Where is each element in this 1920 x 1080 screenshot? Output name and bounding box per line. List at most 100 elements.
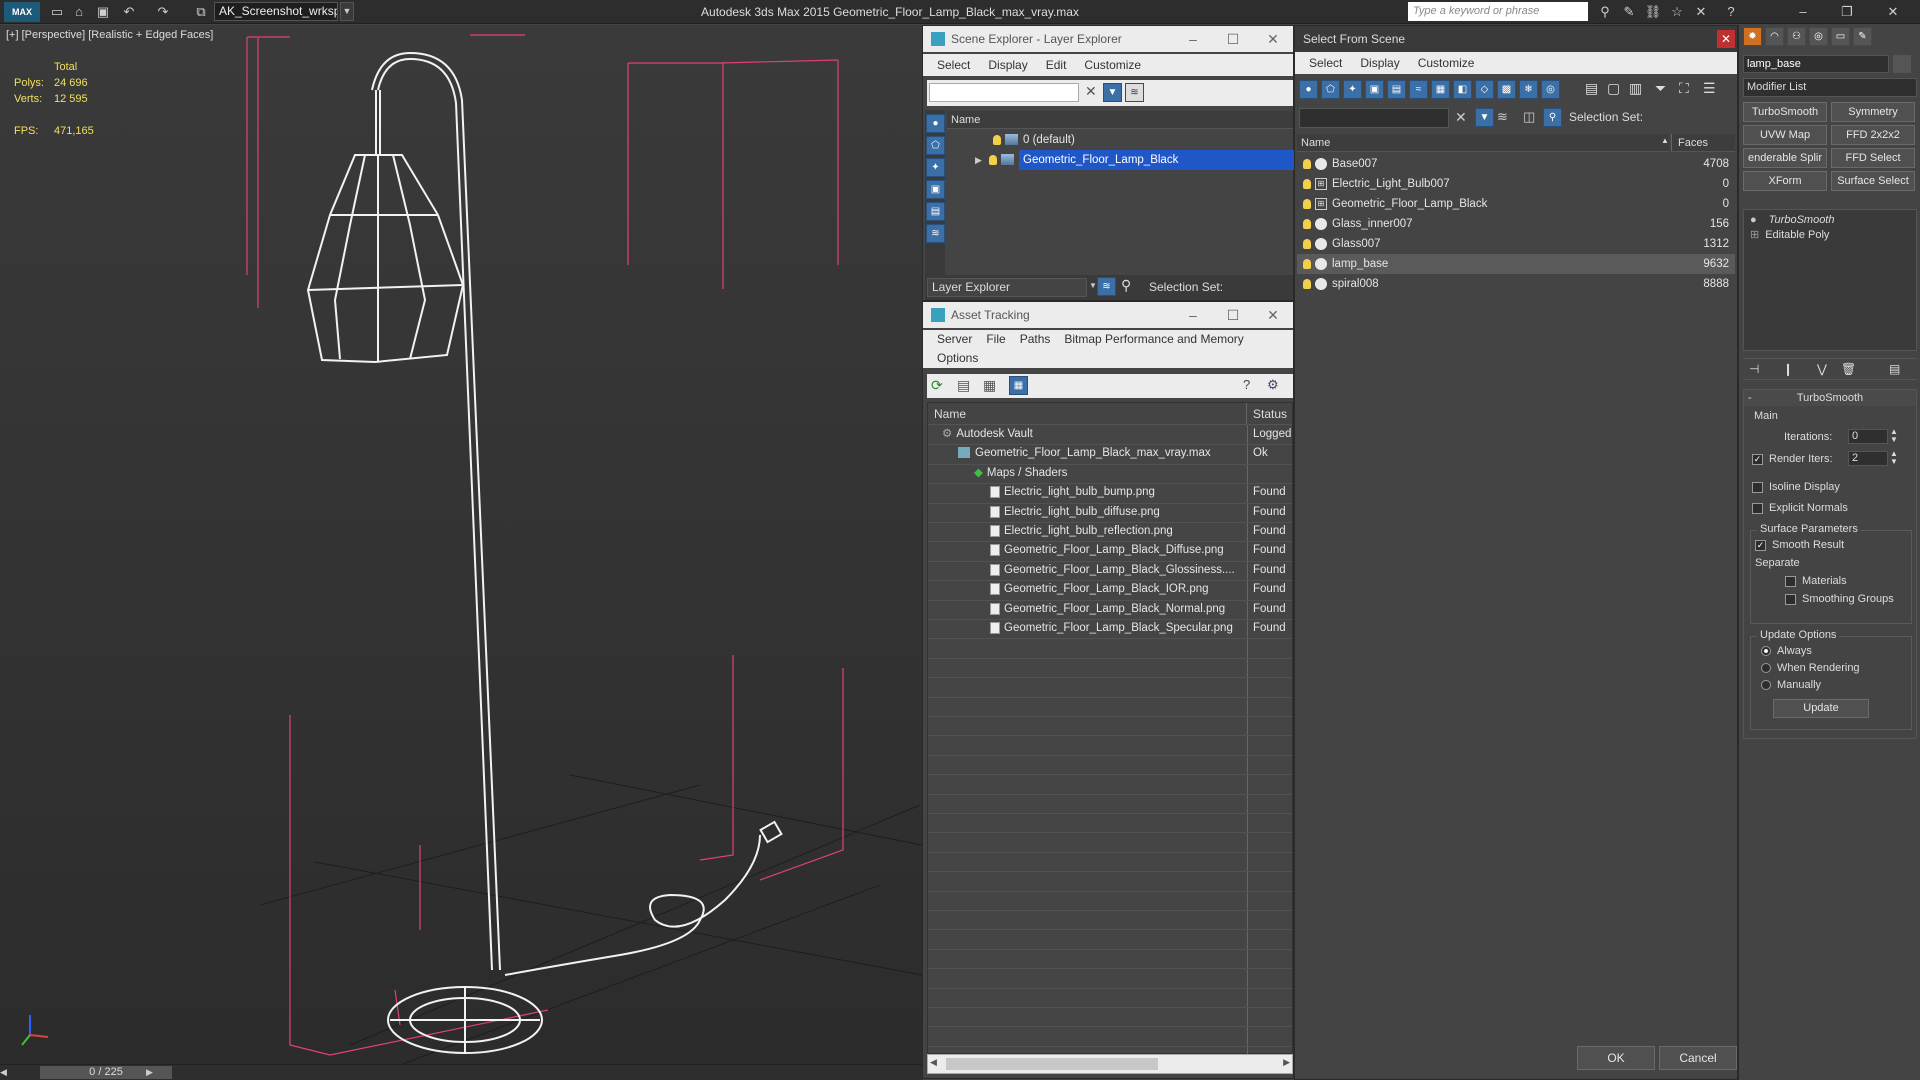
asset-row[interactable]: Electric_light_bulb_diffuse.png Found <box>928 503 1292 522</box>
materials-row[interactable]: Materials <box>1785 575 1847 587</box>
filter-icon[interactable]: ▼ <box>1103 83 1125 102</box>
filter-active-icon[interactable]: ▼ <box>1475 108 1497 127</box>
rollout-header[interactable]: - TurboSmooth <box>1744 390 1916 406</box>
new-file-icon[interactable]: ▭ <box>48 3 66 21</box>
close-x-icon[interactable]: ✕ <box>1692 3 1710 21</box>
display-layers-icon[interactable]: ≋ <box>926 224 948 243</box>
modifier-button[interactable]: FFD Select <box>1831 148 1915 168</box>
object-name-input[interactable]: lamp_base <box>1743 55 1889 73</box>
filter-containers-icon[interactable]: ▩ <box>1497 80 1516 99</box>
scroll-right-icon[interactable]: ▶ <box>1283 1057 1290 1068</box>
modify-tab-icon[interactable]: ◠ <box>1765 27 1784 46</box>
select-none-icon[interactable]: ▢ <box>1607 80 1620 97</box>
collapse-icon[interactable]: - <box>1748 390 1752 406</box>
tools-icon[interactable]: ✎ <box>1620 3 1638 21</box>
layer-filter-icon[interactable]: ≋ <box>1497 109 1508 125</box>
hierarchy-icon[interactable]: ⚲ <box>1121 277 1131 294</box>
render-iters-checkbox[interactable]: ✓ <box>1752 453 1763 465</box>
star-icon[interactable]: ☆ <box>1668 3 1686 21</box>
create-tab-icon[interactable]: ✹ <box>1743 27 1762 46</box>
asset-row[interactable]: Geometric_Floor_Lamp_Black_Diffuse.png Fo… <box>928 541 1292 560</box>
project-folder-icon[interactable]: ⧉ <box>192 3 210 21</box>
modifier-button[interactable]: Symmetry <box>1831 102 1915 122</box>
pin-stack-icon[interactable]: ⊣ <box>1749 362 1759 376</box>
app-logo[interactable]: MAX <box>4 2 40 22</box>
select-invert-icon[interactable]: ▥ <box>1629 80 1642 97</box>
motion-tab-icon[interactable]: ◎ <box>1809 27 1828 46</box>
scene-object-row[interactable]: ⊞ Electric_Light_Bulb007 0 <box>1297 174 1735 194</box>
display-lights-icon[interactable]: ✦ <box>926 158 948 177</box>
filter-helpers-icon[interactable]: ▤ <box>1387 80 1406 99</box>
menu-display[interactable]: Display <box>988 54 1027 76</box>
render-iters-row[interactable]: ✓ Render Iters: <box>1752 453 1833 465</box>
scene-object-row[interactable]: Glass_inner007 156 <box>1297 214 1735 234</box>
bulb-icon[interactable] <box>1303 258 1311 269</box>
bulb-icon[interactable] <box>1303 178 1311 189</box>
display-geometry-icon[interactable]: ● <box>926 114 948 133</box>
display-shapes-icon[interactable]: ⬠ <box>926 136 948 155</box>
menu-options[interactable]: Options <box>937 351 978 365</box>
workspace-dropdown[interactable]: AK_Screenshot_wrksp <box>214 2 338 21</box>
make-unique-icon[interactable]: ⋁ <box>1817 362 1827 376</box>
show-end-result-icon[interactable]: ❙ <box>1783 362 1793 376</box>
close-icon[interactable]: ✕ <box>1253 302 1293 328</box>
spinner-arrows-icon[interactable]: ▲ ▼ <box>1890 450 1898 466</box>
sfs-faces-header[interactable]: Faces <box>1671 134 1735 152</box>
scene-object-row[interactable]: Glass007 1312 <box>1297 234 1735 254</box>
scroll-left-icon[interactable]: ◀ <box>930 1057 937 1068</box>
maximize-icon[interactable]: ☐ <box>1213 302 1253 328</box>
smooth-result-row[interactable]: ✓ Smooth Result <box>1755 539 1844 551</box>
utilities-tab-icon[interactable]: ✎ <box>1853 27 1872 46</box>
asset-row[interactable]: Electric_light_bulb_reflection.png Found <box>928 522 1292 541</box>
layer-filter-icon[interactable]: ≋ <box>1125 83 1147 102</box>
explicit-normals-row[interactable]: Explicit Normals <box>1752 502 1848 514</box>
horizontal-scrollbar[interactable]: ◀ ▶ <box>927 1054 1293 1074</box>
asset-row[interactable]: Geometric_Floor_Lamp_Black_IOR.png Found <box>928 580 1292 599</box>
filter-groups-icon[interactable]: ▦ <box>1431 80 1450 99</box>
cancel-button[interactable]: Cancel <box>1659 1046 1737 1070</box>
modifier-stack[interactable]: ● TurboSmooth ⊞ Editable Poly <box>1743 209 1917 351</box>
display-cameras-icon[interactable]: ▣ <box>926 180 948 199</box>
maximize-icon[interactable]: ☐ <box>1213 26 1253 52</box>
col-status-header[interactable]: Status <box>1248 403 1292 425</box>
bulb-icon[interactable] <box>1303 218 1311 229</box>
asset-row[interactable]: ⚙ Autodesk Vault Logged <box>928 425 1292 444</box>
undo-icon[interactable]: ↶ <box>120 3 138 21</box>
menu-customize[interactable]: Customize <box>1418 52 1475 74</box>
configure-sets-icon[interactable]: ▤ <box>1889 362 1900 376</box>
menu-customize[interactable]: Customize <box>1084 54 1141 76</box>
col-name-header[interactable]: Name <box>928 403 1247 425</box>
select-all-icon[interactable]: ▤ <box>1585 80 1598 97</box>
link-icon[interactable]: ⛓ <box>1644 3 1662 21</box>
expand-arrow-icon[interactable]: ▶ <box>975 150 989 170</box>
chevron-down-icon[interactable]: ▼ <box>1089 281 1097 290</box>
close-icon[interactable]: ✕ <box>1717 30 1735 48</box>
modifier-button[interactable]: XForm <box>1743 171 1827 191</box>
isoline-row[interactable]: Isoline Display <box>1752 481 1840 493</box>
help-search-input[interactable]: Type a keyword or phrase <box>1408 2 1588 21</box>
bulb-icon[interactable] <box>1303 198 1311 209</box>
filter-xrefs-icon[interactable]: ◧ <box>1453 80 1472 99</box>
explorer-name-header[interactable]: Name <box>947 111 1293 129</box>
layer-row-default[interactable]: 0 (default) <box>947 130 1293 150</box>
hierarchy-filter-icon[interactable]: ⛶ <box>1679 80 1689 97</box>
minimize-icon[interactable]: – <box>1173 26 1213 52</box>
iterations-spinner[interactable]: 0 <box>1848 429 1888 444</box>
refresh-icon[interactable]: ⟳ <box>931 377 943 394</box>
clear-search-icon[interactable]: ✕ <box>1085 83 1097 100</box>
filter-lights-icon[interactable]: ✦ <box>1343 80 1362 99</box>
display-tab-icon[interactable]: ▭ <box>1831 27 1850 46</box>
filter-geometry-icon[interactable]: ● <box>1299 80 1318 99</box>
render-iters-spinner[interactable]: 2 <box>1848 451 1888 466</box>
bulb-icon[interactable] <box>1303 238 1311 249</box>
object-color-swatch[interactable] <box>1893 55 1911 73</box>
explicit-normals-checkbox[interactable] <box>1752 502 1763 514</box>
display-helpers-icon[interactable]: ▤ <box>926 202 948 221</box>
filter-spacewarps-icon[interactable]: ≈ <box>1409 80 1428 99</box>
chevron-down-icon[interactable]: ▼ <box>340 2 354 21</box>
menu-bitmap-performance[interactable]: Bitmap Performance and Memory <box>1064 330 1243 349</box>
help-icon[interactable]: ? <box>1243 377 1250 392</box>
lightbulb-icon[interactable]: ● <box>1750 214 1757 226</box>
restore-icon[interactable]: ❐ <box>1838 3 1856 21</box>
explorer-search-input[interactable] <box>929 83 1079 102</box>
